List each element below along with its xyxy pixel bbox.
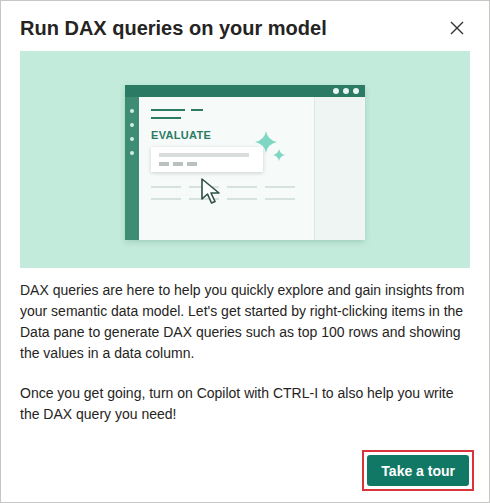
mockup-title-bar (125, 85, 365, 97)
window-mockup: EVALUATE (125, 85, 365, 240)
body-paragraph: DAX queries are here to help you quickly… (20, 280, 470, 364)
dialog-body: DAX queries are here to help you quickly… (20, 280, 470, 444)
dialog-title: Run DAX queries on your model (20, 17, 327, 40)
body-paragraph: Once you get going, turn on Copilot with… (20, 383, 470, 425)
illustration: EVALUATE (20, 51, 470, 268)
take-tour-button[interactable]: Take a tour (367, 455, 469, 486)
evaluate-label: EVALUATE (151, 129, 304, 141)
close-icon[interactable] (450, 21, 464, 35)
highlight-box: Take a tour (362, 450, 474, 491)
mockup-card (151, 147, 263, 172)
cursor-icon (199, 177, 225, 205)
sparkle-icon (253, 129, 287, 163)
dialog: Run DAX queries on your model EVALUATE DAX… (0, 0, 490, 503)
dialog-footer: Take a tour (20, 450, 474, 502)
mockup-right-panel (314, 97, 365, 240)
dialog-header: Run DAX queries on your model (20, 1, 470, 51)
mockup-sidebar (125, 97, 139, 240)
